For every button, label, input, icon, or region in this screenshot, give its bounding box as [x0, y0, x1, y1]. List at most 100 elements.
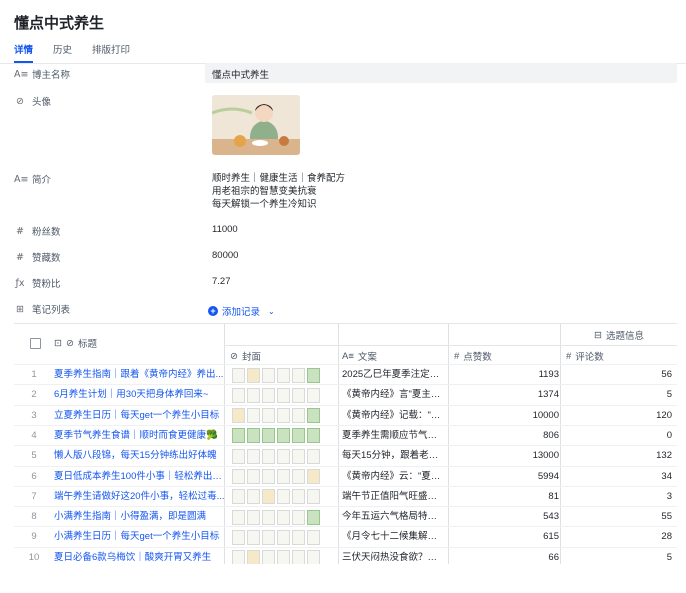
cover-thumbnail[interactable]	[277, 408, 290, 424]
row-title-link[interactable]: 小满养生指南｜小得盈满，即是圆满	[54, 507, 226, 527]
add-record-button[interactable]: + 添加记录 ⌄	[208, 304, 275, 318]
cover-thumbnail[interactable]	[247, 448, 260, 464]
row-cover-thumbnails[interactable]	[228, 365, 344, 385]
header-title[interactable]: ⊡ ⊘ 标题	[54, 336, 97, 351]
cover-thumbnail[interactable]	[247, 550, 260, 564]
row-cover-thumbnails[interactable]	[228, 507, 344, 527]
header-comments[interactable]: # 评论数	[566, 349, 604, 364]
table-row[interactable]: 9 小满养生日历｜每天get一个养生小目标 《月令七十二候集解》... 615 28	[14, 526, 677, 547]
cover-thumbnail[interactable]	[247, 428, 260, 444]
cover-thumbnail[interactable]	[262, 367, 275, 383]
cover-thumbnail[interactable]	[232, 489, 245, 505]
cover-thumbnail[interactable]	[247, 509, 260, 525]
row-title-link[interactable]: 夏日必备6款乌梅饮｜酸爽开胃又养生	[54, 548, 226, 564]
cover-thumbnail[interactable]	[277, 489, 290, 505]
row-title-link[interactable]: 夏日低成本养生100件小事｜轻松养出好...	[54, 467, 226, 487]
cover-thumbnail[interactable]	[277, 367, 290, 383]
cover-thumbnail[interactable]	[277, 448, 290, 464]
cover-thumbnail[interactable]	[232, 387, 245, 403]
cover-thumbnail[interactable]	[277, 387, 290, 403]
row-title-link[interactable]: 小满养生日历｜每天get一个养生小目标	[54, 527, 226, 547]
cover-thumbnail[interactable]	[247, 408, 260, 424]
cover-thumbnail[interactable]	[307, 408, 320, 424]
cover-thumbnail[interactable]	[232, 529, 245, 545]
cover-thumbnail[interactable]	[307, 489, 320, 505]
tab-details[interactable]: 详情	[14, 42, 34, 63]
row-cover-thumbnails[interactable]	[228, 548, 344, 564]
cover-thumbnail[interactable]	[247, 469, 260, 484]
table-row[interactable]: 4 夏季节气养生食谱｜顺时而食更健康🥦 夏季养生需顺应节气特... 806 0	[14, 424, 677, 446]
row-cover-thumbnails[interactable]	[228, 527, 344, 547]
cover-thumbnail[interactable]	[247, 529, 260, 545]
row-cover-thumbnails[interactable]	[228, 385, 344, 405]
avatar[interactable]	[212, 95, 300, 155]
cover-thumbnail[interactable]	[232, 469, 245, 484]
tab-print-layout[interactable]: 排版打印	[92, 42, 130, 62]
row-title-link[interactable]: 夏季节气养生食谱｜顺时而食更健康🥦	[54, 426, 226, 446]
cover-thumbnail[interactable]	[247, 367, 260, 383]
row-cover-thumbnails[interactable]	[228, 406, 344, 426]
cover-thumbnail[interactable]	[292, 469, 305, 484]
cover-thumbnail[interactable]	[262, 408, 275, 424]
cover-thumbnail[interactable]	[277, 550, 290, 564]
cover-thumbnail[interactable]	[232, 448, 245, 464]
cover-thumbnail[interactable]	[262, 469, 275, 484]
cover-thumbnail[interactable]	[292, 387, 305, 403]
cover-thumbnail[interactable]	[262, 428, 275, 444]
cover-thumbnail[interactable]	[292, 489, 305, 505]
row-title-link[interactable]: 懒人版八段锦，每天15分钟练出好体魄	[54, 446, 226, 466]
cover-thumbnail[interactable]	[307, 428, 320, 444]
row-title-link[interactable]: 立夏养生日历｜每天get一个养生小目标	[54, 406, 226, 426]
table-row[interactable]: 6 夏日低成本养生100件小事｜轻松养出好... 《黄帝内经》云："夏三... 599…	[14, 465, 677, 487]
cover-thumbnail[interactable]	[292, 428, 305, 444]
header-likes[interactable]: # 点赞数	[454, 349, 492, 364]
cover-thumbnail[interactable]	[262, 387, 275, 403]
cover-thumbnail[interactable]	[292, 529, 305, 545]
cover-thumbnail[interactable]	[292, 367, 305, 383]
cover-thumbnail[interactable]	[277, 529, 290, 545]
cover-thumbnail[interactable]	[307, 367, 320, 383]
cover-thumbnail[interactable]	[262, 509, 275, 525]
cover-thumbnail[interactable]	[232, 428, 245, 444]
cover-thumbnail[interactable]	[262, 448, 275, 464]
table-row[interactable]: 5 懒人版八段锦，每天15分钟练出好体魄 每天15分钟，跟着老祖... 13000 13…	[14, 445, 677, 466]
cover-thumbnail[interactable]	[262, 489, 275, 505]
row-cover-thumbnails[interactable]	[228, 446, 344, 466]
row-title-link[interactable]: 夏季养生指南｜跟着《黄帝内经》养出...	[54, 365, 226, 385]
cover-thumbnail[interactable]	[277, 509, 290, 525]
cover-thumbnail[interactable]	[277, 469, 290, 484]
cover-thumbnail[interactable]	[292, 408, 305, 424]
tab-history[interactable]: 历史	[53, 42, 72, 62]
row-title-link[interactable]: 端午养生请做好这20件小事，轻松过毒...	[54, 487, 226, 507]
cover-thumbnail[interactable]	[307, 469, 320, 484]
cover-thumbnail[interactable]	[262, 529, 275, 545]
table-row[interactable]: 7 端午养生请做好这20件小事，轻松过毒... 端午节正值阳气旺盛、... 81 3	[14, 485, 677, 507]
table-row[interactable]: 2 6月养生计划｜用30天把身体养回来~ 《黄帝内经》言"夏主长... 1374 5	[14, 384, 677, 405]
table-row[interactable]: 1 夏季养生指南｜跟着《黄帝内经》养出... 2025乙巳年夏季注定是... 1193…	[14, 364, 677, 385]
cover-thumbnail[interactable]	[232, 550, 245, 564]
row-cover-thumbnails[interactable]	[228, 467, 344, 487]
cover-thumbnail[interactable]	[307, 448, 320, 464]
cover-thumbnail[interactable]	[307, 387, 320, 403]
row-cover-thumbnails[interactable]	[228, 487, 344, 507]
cover-thumbnail[interactable]	[262, 550, 275, 564]
cover-thumbnail[interactable]	[277, 428, 290, 444]
row-cover-thumbnails[interactable]	[228, 426, 344, 446]
table-row[interactable]: 10 夏日必备6款乌梅饮｜酸爽开胃又养生 三伏天闷热没食欲？这... 66 5	[14, 546, 677, 564]
header-cover[interactable]: ⊘ 封面	[230, 349, 261, 364]
cover-thumbnail[interactable]	[232, 408, 245, 424]
cover-thumbnail[interactable]	[292, 509, 305, 525]
cover-thumbnail[interactable]	[307, 509, 320, 525]
cover-thumbnail[interactable]	[232, 509, 245, 525]
cover-thumbnail[interactable]	[307, 529, 320, 545]
cover-thumbnail[interactable]	[292, 550, 305, 564]
table-row[interactable]: 3 立夏养生日历｜每天get一个养生小目标 《黄帝内经》记载："春... 10000 1…	[14, 404, 677, 426]
blogger-name-field[interactable]	[205, 63, 677, 83]
table-row[interactable]: 8 小满养生指南｜小得盈满，即是圆满 今年五运六气格局特殊... 543 55	[14, 506, 677, 527]
cover-thumbnail[interactable]	[232, 367, 245, 383]
row-title-link[interactable]: 6月养生计划｜用30天把身体养回来~	[54, 385, 226, 405]
cover-thumbnail[interactable]	[307, 550, 320, 564]
header-text[interactable]: A≡ 文案	[342, 349, 377, 364]
cover-thumbnail[interactable]	[247, 387, 260, 403]
cover-thumbnail[interactable]	[247, 489, 260, 505]
